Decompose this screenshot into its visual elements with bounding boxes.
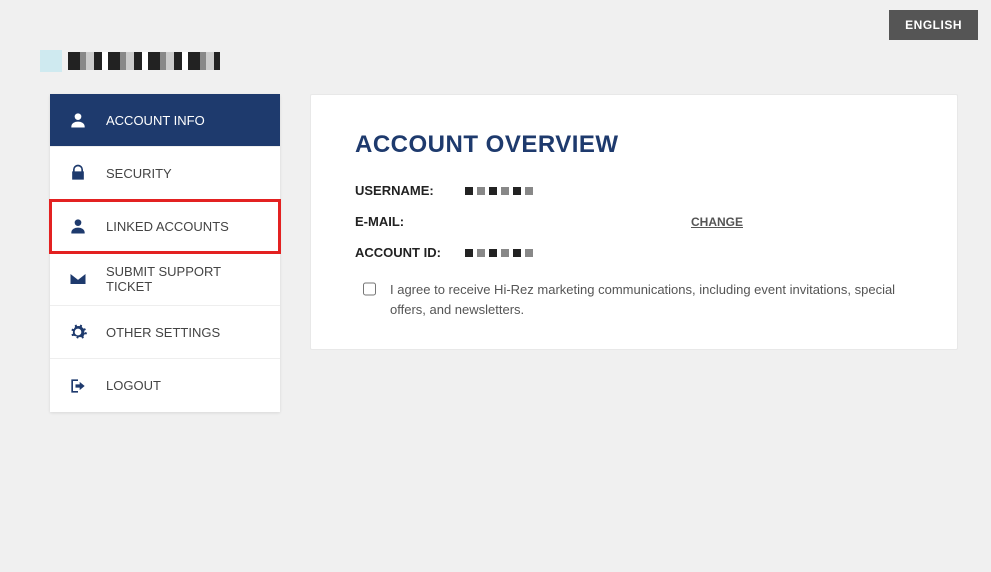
sidebar-item-security[interactable]: SECURITY (50, 147, 280, 200)
lock-icon (68, 163, 88, 183)
email-label: E-MAIL: (355, 214, 465, 229)
sidebar-item-other-settings[interactable]: OTHER SETTINGS (50, 306, 280, 359)
page-title: ACCOUNT OVERVIEW (355, 131, 913, 159)
logout-icon (68, 376, 88, 396)
change-email-link[interactable]: CHANGE (691, 215, 743, 229)
sidebar-item-label: OTHER SETTINGS (106, 325, 220, 340)
sidebar: ACCOUNT INFO SECURITY LINKED ACCOUNTS SU… (50, 94, 280, 412)
sidebar-item-label: SECURITY (106, 166, 172, 181)
sidebar-item-support-ticket[interactable]: SUBMIT SUPPORT TICKET (50, 253, 280, 306)
account-overview-panel: ACCOUNT OVERVIEW USERNAME: E-MAIL: CHANG… (310, 94, 958, 350)
sidebar-item-label: LINKED ACCOUNTS (106, 219, 229, 234)
marketing-consent-row: I agree to receive Hi-Rez marketing comm… (355, 280, 913, 319)
logo-icon (40, 50, 62, 72)
accountid-row: ACCOUNT ID: (355, 245, 913, 260)
username-value (465, 183, 535, 198)
language-button[interactable]: ENGLISH (889, 10, 978, 40)
email-row: E-MAIL: CHANGE (355, 214, 913, 229)
sidebar-item-account-info[interactable]: ACCOUNT INFO (50, 94, 280, 147)
sidebar-item-logout[interactable]: LOGOUT (50, 359, 280, 412)
marketing-consent-checkbox[interactable] (363, 282, 376, 296)
person-icon (68, 110, 88, 130)
accountid-value (465, 245, 535, 260)
sidebar-item-label: LOGOUT (106, 378, 161, 393)
marketing-consent-text: I agree to receive Hi-Rez marketing comm… (390, 280, 913, 319)
mail-icon (68, 269, 88, 289)
site-logo (40, 50, 220, 72)
username-row: USERNAME: (355, 183, 913, 198)
person-icon (68, 216, 88, 236)
accountid-label: ACCOUNT ID: (355, 245, 465, 260)
username-label: USERNAME: (355, 183, 465, 198)
sidebar-item-label: ACCOUNT INFO (106, 113, 205, 128)
logo-text-redacted (68, 52, 220, 70)
sidebar-item-label: SUBMIT SUPPORT TICKET (106, 264, 262, 294)
sidebar-item-linked-accounts[interactable]: LINKED ACCOUNTS (50, 200, 280, 253)
gear-icon (68, 322, 88, 342)
